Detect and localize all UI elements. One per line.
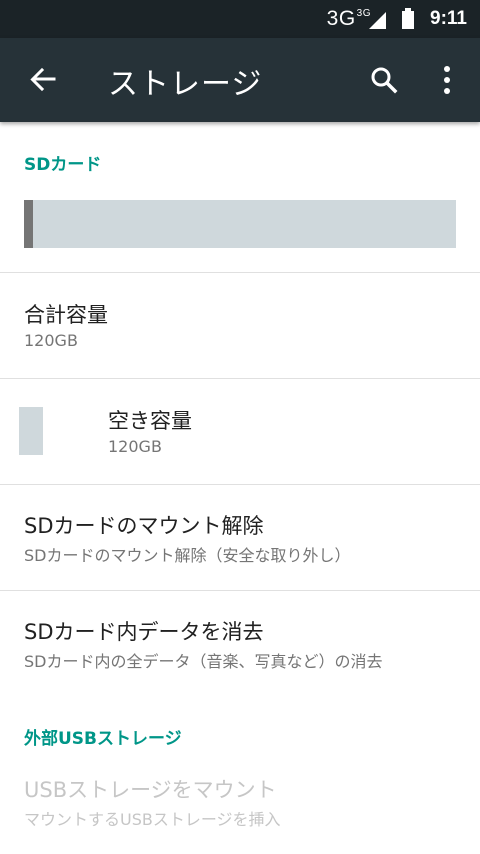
back-arrow-icon [30, 67, 56, 92]
page-title: ストレージ [108, 67, 263, 102]
network-type-superscript: 3G [356, 8, 372, 19]
clock: 9:11 [430, 8, 467, 29]
free-space-swatch [19, 407, 43, 455]
network-type: 3G3G [326, 7, 372, 30]
back-button[interactable] [22, 60, 62, 100]
erase-sd-title: SDカード内データを消去 [24, 620, 264, 644]
search-icon [371, 67, 398, 94]
mount-usb-title: USBストレージをマウント [24, 778, 277, 802]
battery-icon [402, 8, 415, 29]
free-capacity-title: 空き容量 [108, 409, 192, 433]
unmount-sd-subtitle: SDカードのマウント解除（安全な取り外し） [24, 546, 351, 565]
mount-usb-subtitle: マウントするUSBストレージを挿入 [24, 810, 281, 829]
total-capacity-value: 120GB [24, 331, 78, 350]
divider [0, 272, 480, 273]
storage-usage-used [24, 200, 33, 248]
total-capacity-title: 合計容量 [24, 303, 108, 327]
status-bar: 3G3G 9:11 [0, 0, 480, 38]
erase-sd-subtitle: SDカード内の全データ（音楽、写真など）の消去 [24, 652, 383, 671]
divider [0, 590, 480, 591]
free-capacity-value: 120GB [108, 437, 162, 456]
divider [0, 484, 480, 485]
signal-icon [369, 11, 387, 29]
storage-usage-bar [24, 200, 456, 248]
section-header-usb-storage: 外部USBストレージ [24, 729, 182, 749]
search-button[interactable] [364, 60, 404, 100]
app-bar: ストレージ [0, 38, 480, 122]
more-options-button[interactable] [428, 60, 468, 100]
unmount-sd-title: SDカードのマウント解除 [24, 514, 264, 538]
divider [0, 378, 480, 379]
more-vert-icon [444, 66, 450, 94]
section-header-sd-card: SDカード [24, 155, 102, 175]
